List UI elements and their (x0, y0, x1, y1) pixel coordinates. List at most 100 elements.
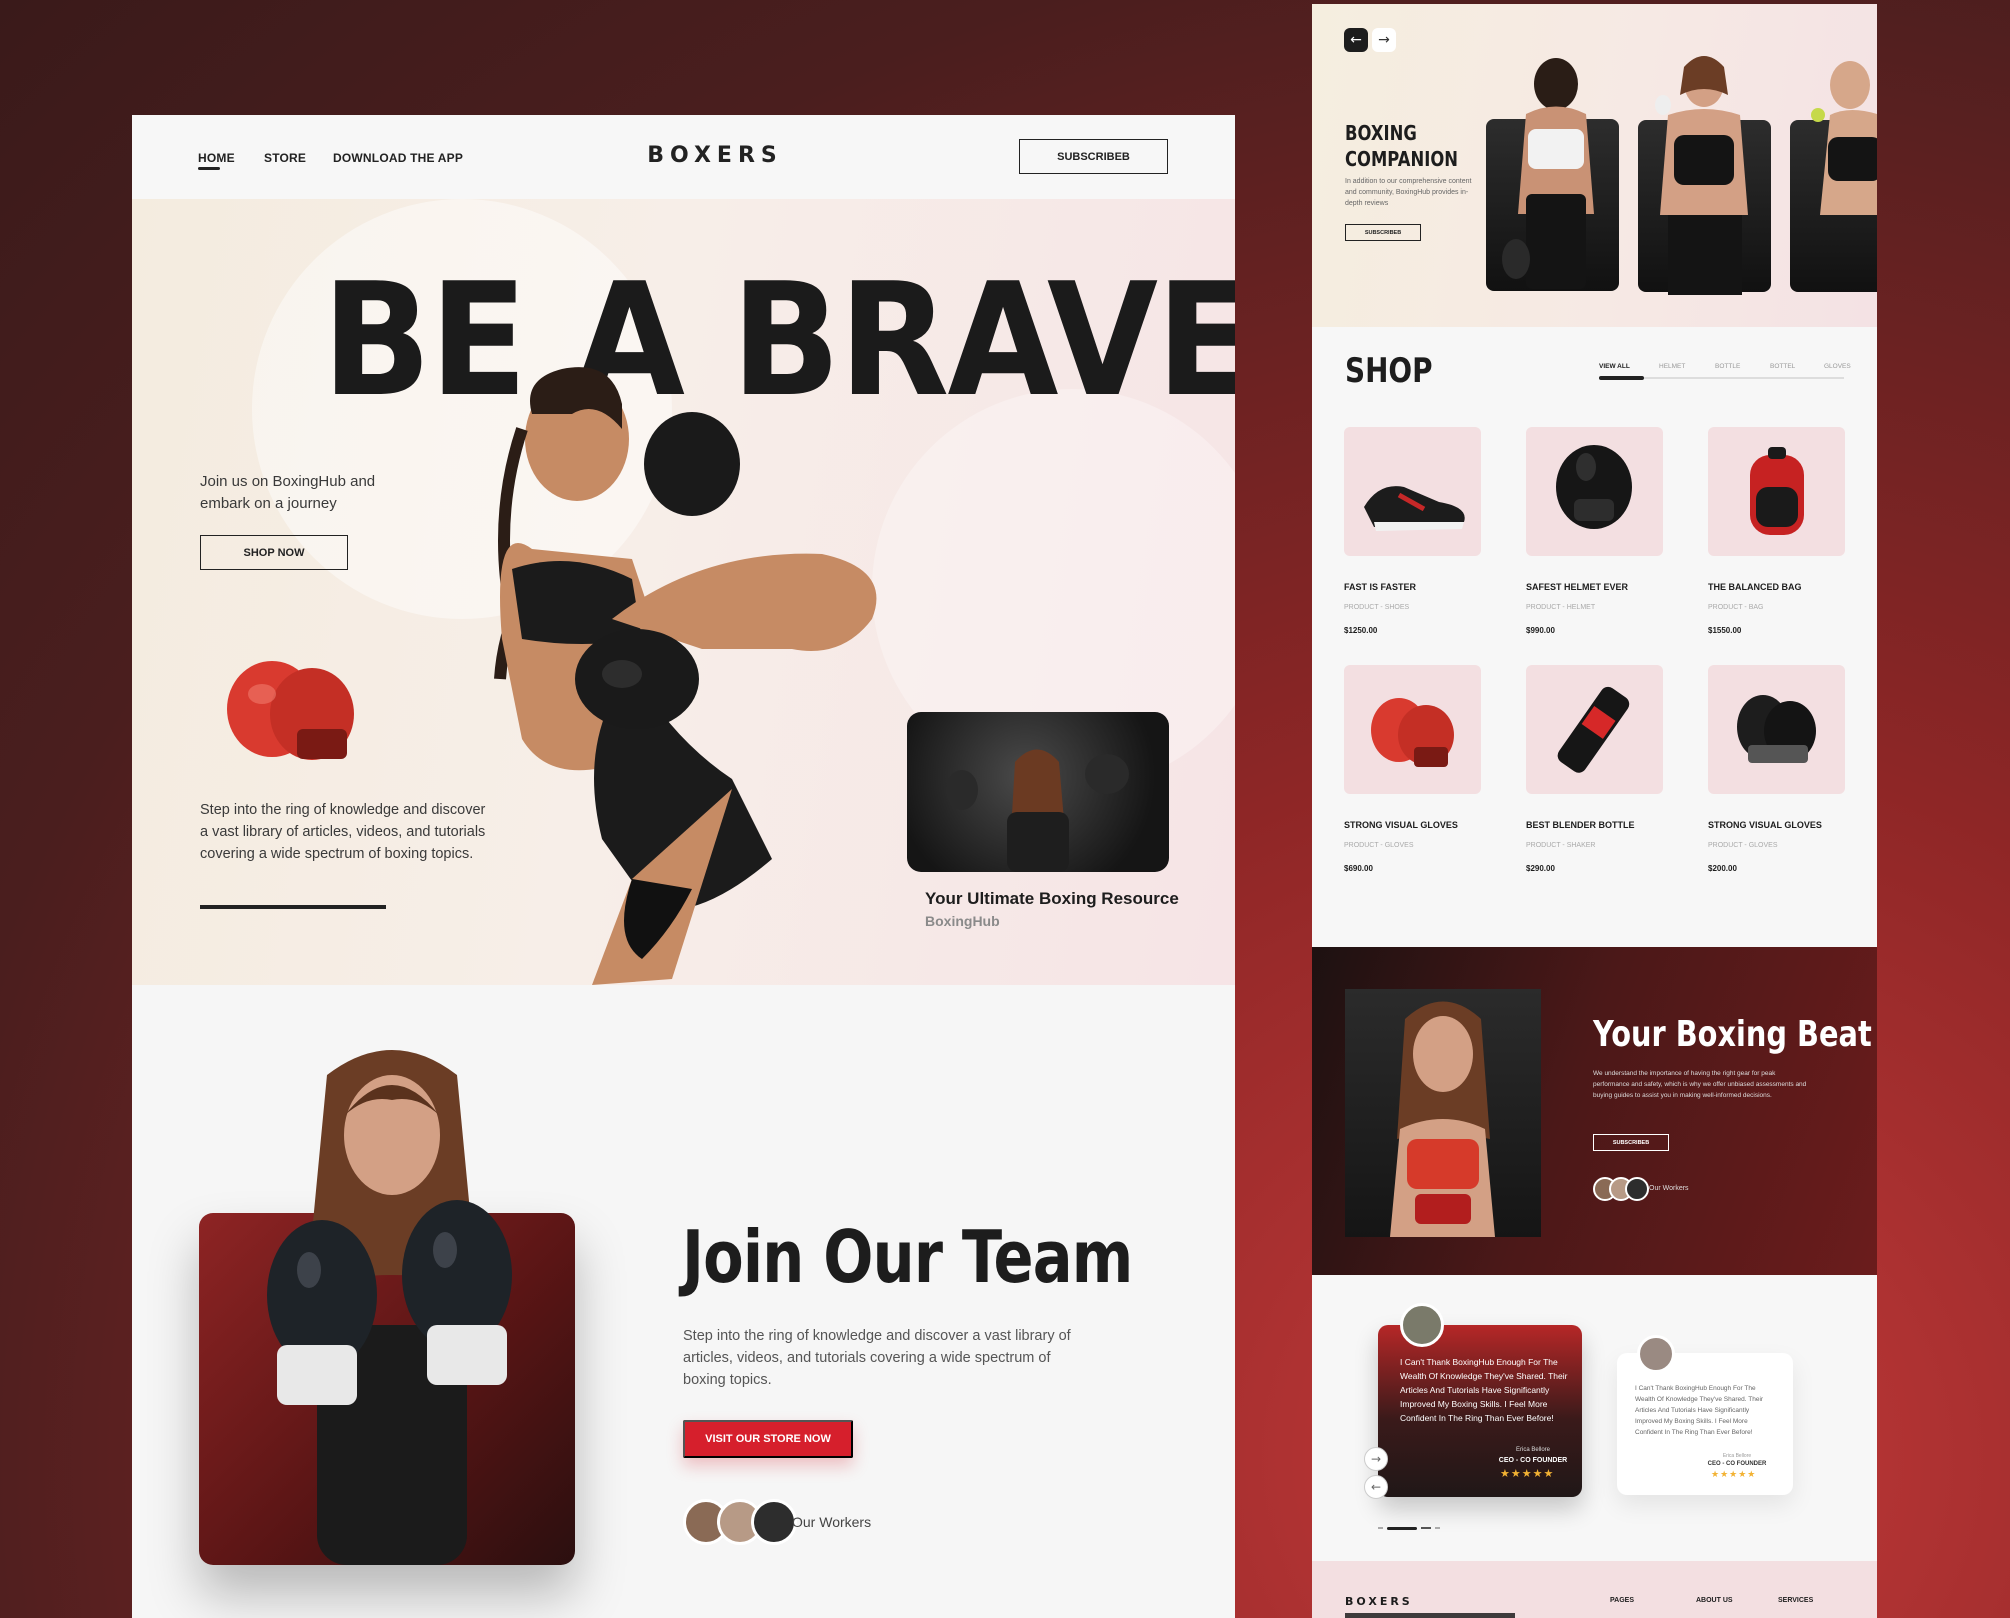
companion-subscribe-button[interactable]: SUBSCRIBEB (1345, 224, 1421, 241)
product-name[interactable]: SAFEST HELMET EVER (1526, 582, 1628, 592)
beat-workers-label: Our Workers (1649, 1185, 1689, 1192)
visit-store-button[interactable]: VISIT OUR STORE NOW (683, 1420, 853, 1458)
footer-heading-partial (1345, 1613, 1515, 1618)
nav-active-indicator (198, 167, 220, 170)
product-name[interactable]: STRONG VISUAL GLOVES (1708, 820, 1822, 830)
testimonial-card-active[interactable]: I Can't Thank BoxingHub Enough For The W… (1378, 1303, 1582, 1497)
testimonial-card[interactable]: I Can't Thank BoxingHub Enough For The W… (1617, 1335, 1793, 1495)
testimonials-section: I Can't Thank BoxingHub Enough For The W… (1312, 1275, 1877, 1561)
companion-title-line1: BOXING (1345, 121, 1417, 145)
landing-page: HOME STORE DOWNLOAD THE APP BOXERS SUBSC… (132, 115, 1235, 1618)
join-team-section: Join Our Team Step into the ring of know… (132, 985, 1235, 1618)
athlete-card[interactable] (1790, 61, 1877, 292)
footer-brand[interactable]: BOXERS (1345, 1595, 1413, 1608)
testimonial-text: I Can't Thank BoxingHub Enough For The W… (1400, 1357, 1568, 1423)
product-category: PRODUCT - HELMET (1526, 604, 1596, 611)
hero-section: BE A BRAVE Join us on BoxingHub and emba… (132, 199, 1235, 985)
athlete-image (1502, 58, 1594, 289)
product-card-gloves[interactable] (1344, 665, 1481, 794)
testimonial-author: Erica Bellore (1722, 1453, 1752, 1459)
carousel-dot[interactable] (1421, 1527, 1431, 1529)
beat-workers-avatar-group[interactable] (1593, 1177, 1649, 1201)
avatar (751, 1499, 797, 1545)
bag-image (1750, 447, 1804, 535)
black-gloves-icon (1737, 695, 1816, 763)
product-name[interactable]: THE BALANCED BAG (1708, 582, 1802, 592)
shop-tab-indicator (1599, 376, 1644, 380)
star-rating: ★★★★★ (1500, 1468, 1555, 1480)
hero-progress-bar (200, 905, 386, 909)
video-card[interactable] (907, 712, 1169, 872)
beat-photo (1345, 989, 1541, 1237)
top-navbar: HOME STORE DOWNLOAD THE APP BOXERS SUBSC… (132, 115, 1235, 199)
product-price: $690.00 (1344, 864, 1373, 873)
footer-col-about[interactable]: ABOUT US (1696, 1597, 1733, 1604)
shop-tab-view-all[interactable]: VIEW ALL (1599, 363, 1630, 370)
athlete-card[interactable] (1638, 56, 1771, 295)
beat-title: Your Boxing Beat (1593, 1014, 1872, 1055)
workers-label: Our Workers (792, 1514, 872, 1530)
footer: BOXERS PAGES ABOUT US SERVICES (1312, 1561, 1877, 1618)
carousel-dot-active[interactable] (1387, 1527, 1417, 1530)
carousel-dot[interactable] (1378, 1527, 1383, 1529)
shop-tab-helmet[interactable]: HELMET (1659, 363, 1685, 370)
product-card-bag[interactable] (1708, 427, 1845, 556)
hero-description: Step into the ring of knowledge and disc… (200, 802, 486, 862)
athlete-image (1811, 61, 1877, 215)
product-price: $200.00 (1708, 864, 1737, 873)
shop-tab-gloves[interactable]: GLOVES (1824, 363, 1851, 370)
product-category: PRODUCT - BAG (1708, 604, 1764, 611)
shop-now-button[interactable]: SHOP NOW (200, 535, 348, 570)
product-card-gloves-black[interactable] (1708, 665, 1845, 794)
athlete-card[interactable] (1486, 58, 1619, 291)
brand-logo[interactable]: BOXERS (620, 143, 810, 168)
shop-section: SHOP VIEW ALL HELMET BOTTLE BOTTEL GLOVE… (1312, 327, 1877, 947)
workers-avatar-group[interactable] (683, 1499, 797, 1545)
nav-download-app[interactable]: DOWNLOAD THE APP (333, 151, 463, 165)
bottle-image (1557, 686, 1630, 773)
product-name[interactable]: STRONG VISUAL GLOVES (1344, 820, 1458, 830)
product-price: $1550.00 (1708, 626, 1742, 635)
boxing-beat-section: Your Boxing Beat We understand the impor… (1312, 947, 1877, 1275)
product-name[interactable]: BEST BLENDER BOTTLE (1526, 820, 1635, 830)
testimonial-text: I Can't Thank BoxingHub Enough For The W… (1635, 1385, 1764, 1436)
hero-athlete-image (494, 367, 877, 985)
product-card-shoes[interactable] (1344, 427, 1481, 556)
product-price: $990.00 (1526, 626, 1555, 635)
helmet-image (1556, 445, 1632, 529)
testimonial-avatar (1400, 1303, 1444, 1347)
beat-subscribe-button[interactable]: SUBSCRIBEB (1593, 1134, 1669, 1151)
beat-athlete-image (1390, 1001, 1495, 1237)
avatar (1625, 1177, 1649, 1201)
product-name[interactable]: FAST IS FASTER (1344, 582, 1416, 592)
nav-home[interactable]: HOME (198, 151, 235, 165)
testimonial-role: CEO - CO FOUNDER (1707, 1461, 1767, 1467)
prev-arrow-icon[interactable]: ← (1364, 1475, 1388, 1499)
hero-intro-text: Join us on BoxingHub and embark on a jou… (200, 473, 376, 512)
footer-col-services[interactable]: SERVICES (1778, 1597, 1813, 1604)
star-rating: ★★★★★ (1711, 1469, 1757, 1479)
next-arrow-icon[interactable]: → (1364, 1447, 1388, 1471)
shop-tab-bottle[interactable]: BOTTLE (1715, 363, 1740, 370)
subscribe-button[interactable]: SUBSCRIBEB (1019, 139, 1168, 174)
team-description: Step into the ring of knowledge and disc… (683, 1328, 1071, 1388)
prev-arrow-icon[interactable]: ← (1344, 28, 1368, 52)
beat-description: We understand the importance of having t… (1593, 1070, 1807, 1099)
product-card-helmet[interactable] (1526, 427, 1663, 556)
product-category: PRODUCT - SHOES (1344, 604, 1410, 611)
carousel-dot[interactable] (1435, 1527, 1440, 1529)
product-card-bottle[interactable] (1526, 665, 1663, 794)
product-category: PRODUCT - GLOVES (1708, 842, 1778, 849)
shop-tab-bottel[interactable]: BOTTEL (1770, 363, 1795, 370)
product-price: $1250.00 (1344, 626, 1378, 635)
next-arrow-icon[interactable]: → (1372, 28, 1396, 52)
product-category: PRODUCT - GLOVES (1344, 842, 1414, 849)
product-price: $290.00 (1526, 864, 1555, 873)
video-card-title: Your Ultimate Boxing Resource (925, 889, 1179, 908)
footer-col-pages[interactable]: PAGES (1610, 1597, 1634, 1604)
testimonial-avatar (1637, 1335, 1675, 1373)
video-thumbnail-image (946, 749, 1129, 872)
shop-title: SHOP (1345, 351, 1433, 391)
video-card-subtitle: BoxingHub (925, 913, 1000, 929)
nav-store[interactable]: STORE (264, 151, 306, 165)
